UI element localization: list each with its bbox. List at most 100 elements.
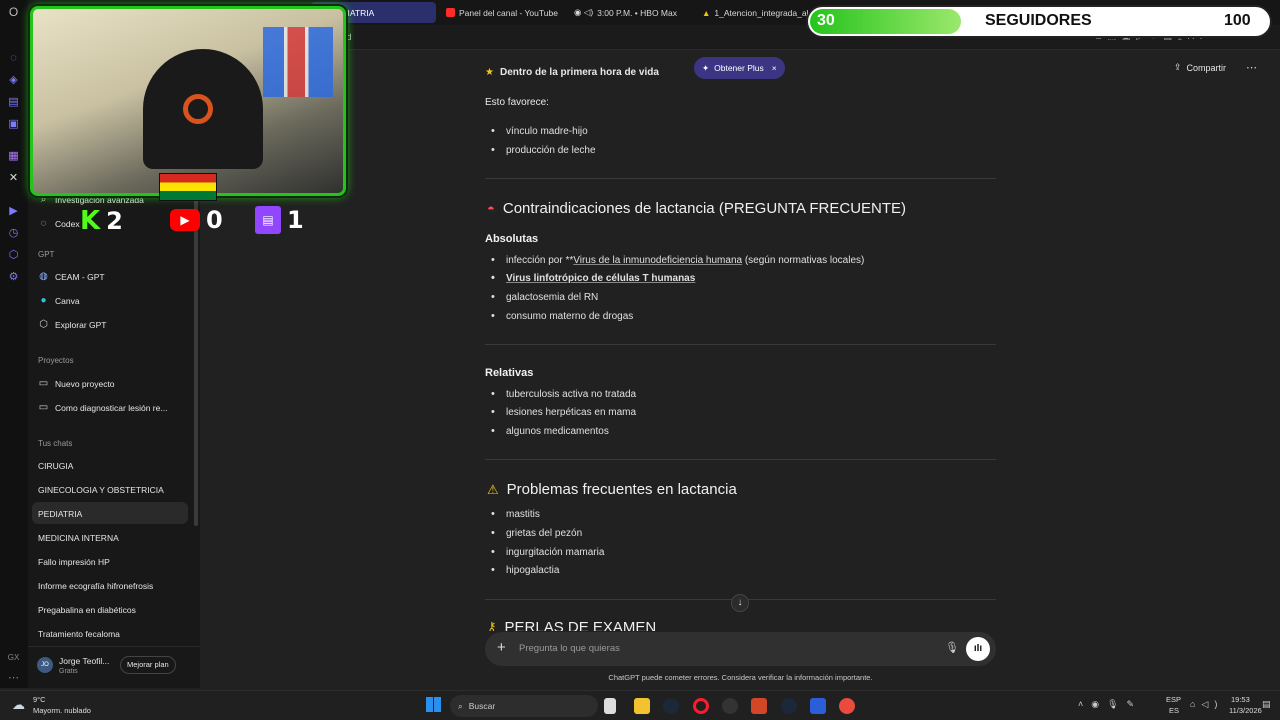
section-proyectos: Proyectos	[38, 356, 74, 365]
sidebar-item-nuevo-proyecto[interactable]: ▭ Nuevo proyecto	[38, 378, 115, 389]
chat-item-cirugia[interactable]: CIRUGIA	[38, 461, 73, 471]
webcam-overlay	[30, 6, 346, 201]
gx-icon[interactable]: GX	[7, 651, 20, 664]
windows-taskbar: ☁ 9°C Mayorm. nublado ⌕ Buscar ˄◉🎙✎ ESP …	[0, 690, 1280, 720]
first-hour-heading: ★ Dentro de la primera hora de vida	[485, 67, 659, 78]
kick-counter: K 2	[80, 206, 123, 236]
windows-start-icon[interactable]	[426, 697, 441, 712]
tab-hbo[interactable]: ◉ ◁) 3:00 P.M. • HBO Max	[568, 2, 693, 23]
chat-item-gineco[interactable]: GINECOLOGIA Y OBSTETRICIA	[38, 485, 164, 495]
list-item: grietas del pezón	[491, 527, 582, 539]
tab-youtube[interactable]: Panel del canal - YouTube	[440, 2, 565, 23]
search-icon: ⌕	[458, 700, 463, 711]
star-icon: ★	[485, 67, 494, 78]
canva-icon: ●	[40, 295, 47, 306]
problems-heading: ⚠ Problemas frecuentes en lactancia	[487, 481, 737, 498]
htlv-link[interactable]: Virus linfotrópico de células T humanas	[506, 273, 695, 284]
mail-icon[interactable]: ▤	[7, 96, 20, 109]
chat-item-fallo[interactable]: Fallo impresión HP	[38, 557, 110, 567]
youtube-favicon-icon	[446, 8, 455, 17]
share-button[interactable]: ⇪ Compartir	[1174, 62, 1226, 73]
youtube-counter: ▶ 0	[170, 206, 223, 234]
steam2-icon[interactable]	[781, 698, 797, 714]
headset-app-icon[interactable]	[839, 698, 855, 714]
sidebar-item-canva[interactable]: ● Canva	[38, 295, 79, 306]
globe-icon: ◍	[39, 271, 48, 282]
weather-desc: Mayorm. nublado	[33, 706, 91, 715]
settings-icon[interactable]: ⚙	[7, 271, 20, 284]
hiv-link[interactable]: Virus de la inmunodeficiencia humana	[573, 255, 742, 266]
sidebar-item-ceam[interactable]: ◍ CEAM - GPT	[38, 271, 104, 282]
taskbar-search[interactable]: ⌕ Buscar	[450, 695, 598, 717]
clock-time[interactable]: 19:53	[1231, 695, 1250, 704]
twitch-rail-icon[interactable]: ▦	[7, 150, 20, 163]
opera-logo-icon[interactable]: O	[7, 6, 20, 19]
twitch-icon: ▤	[255, 206, 281, 234]
steam-icon[interactable]	[663, 698, 679, 714]
folder-plus-icon: ▭	[38, 378, 49, 389]
sidebar-item-lesion[interactable]: ▭ Como diagnosticar lesión re...	[38, 402, 168, 413]
list-item: tuberculosis activa no tratada	[491, 388, 636, 400]
plus-icon[interactable]: +	[497, 639, 506, 656]
history-icon[interactable]: ◷	[7, 227, 20, 240]
twitch-counter: ▤ 1	[255, 206, 304, 234]
sidebar-item-explorar[interactable]: ⬡ Explorar GPT	[38, 319, 106, 330]
bolivia-flag	[159, 173, 217, 201]
prompt-input[interactable]: Pregunta lo que quieras	[519, 643, 620, 654]
file-explorer-icon[interactable]	[634, 698, 650, 714]
voice-mode-button[interactable]: ıIı	[966, 637, 990, 661]
aria-icon[interactable]: ◌	[7, 52, 20, 65]
more-icon[interactable]: ⋯	[7, 672, 20, 685]
tab-drive[interactable]: ▲ 1_Atencion_integrada_al	[696, 2, 808, 23]
list-item: ingurgitación mamaria	[491, 546, 604, 558]
close-icon[interactable]: ×	[772, 63, 777, 73]
relativas-heading: Relativas	[485, 367, 534, 379]
list-item: producción de leche	[491, 144, 595, 156]
conversation-area	[200, 50, 1280, 688]
list-item: hipogalactia	[491, 564, 559, 576]
obtain-plus-button[interactable]: ✦ Obtener Plus ×	[694, 57, 785, 79]
list-item: vínculo madre-hijo	[491, 125, 588, 137]
chat-item-pregabalina[interactable]: Pregabalina en diabéticos	[38, 605, 136, 615]
sidebar-item-codex[interactable]: ◌ Codex	[38, 218, 80, 229]
list-item: lesiones herpéticas en mama	[491, 406, 636, 418]
notifications-icon[interactable]: ▤	[1262, 699, 1271, 710]
app-icon[interactable]	[810, 698, 826, 714]
task-view-icon[interactable]	[604, 698, 616, 714]
clock-date: 11/3/2026	[1229, 706, 1262, 715]
chat-item-fecaloma[interactable]: Tratamiento fecaloma	[38, 629, 120, 639]
microphone-icon[interactable]: 🎙	[945, 641, 959, 654]
scroll-down-button[interactable]: ↓	[731, 594, 749, 612]
cube-icon: ⬡	[39, 319, 48, 330]
divider	[485, 178, 996, 179]
x-icon[interactable]: ✕	[7, 172, 20, 185]
more-options-icon[interactable]: ⋯	[1246, 61, 1257, 74]
upgrade-plan-button[interactable]: Mejorar plan	[120, 656, 176, 674]
language-top[interactable]: ESP	[1166, 695, 1181, 704]
section-tus-chats: Tus chats	[38, 439, 73, 448]
weather-icon[interactable]: ☁	[12, 697, 25, 713]
list-item: consumo materno de drogas	[491, 310, 633, 322]
list-item: galactosemia del RN	[491, 291, 598, 303]
language-bottom: ES	[1169, 706, 1180, 715]
chat-icon[interactable]: ◈	[7, 74, 20, 87]
opera-icon[interactable]	[693, 698, 709, 714]
obs-icon[interactable]	[722, 698, 738, 714]
drive-favicon-icon: ▲	[702, 7, 711, 18]
messenger-icon[interactable]: ▣	[7, 118, 20, 131]
chat-item-informe[interactable]: Informe ecografía hifronefrosis	[38, 581, 153, 591]
followers-label: SEGUIDORES	[985, 12, 1092, 29]
speaker-icon: ◉ ◁)	[574, 7, 594, 17]
chat-item-medicina[interactable]: MEDICINA INTERNA	[38, 533, 119, 543]
network-volume-icons[interactable]: ⌂◁)	[1190, 699, 1223, 710]
powerpoint-icon[interactable]	[751, 698, 767, 714]
favors-text: Esto favorece:	[485, 97, 549, 108]
chat-item-pediatria[interactable]: PEDIATRIA	[38, 509, 82, 519]
system-tray-icons[interactable]: ˄◉🎙✎	[1078, 699, 1142, 710]
player-icon[interactable]: ▶	[7, 205, 20, 218]
user-name: Jorge Teofil...	[59, 656, 110, 666]
extensions-icon[interactable]: ⬡	[7, 249, 20, 262]
headset-logo	[183, 94, 213, 124]
user-panel[interactable]: JO Jorge Teofil... Gratis Mejorar plan	[28, 646, 200, 688]
share-icon: ⇪	[1174, 62, 1182, 72]
